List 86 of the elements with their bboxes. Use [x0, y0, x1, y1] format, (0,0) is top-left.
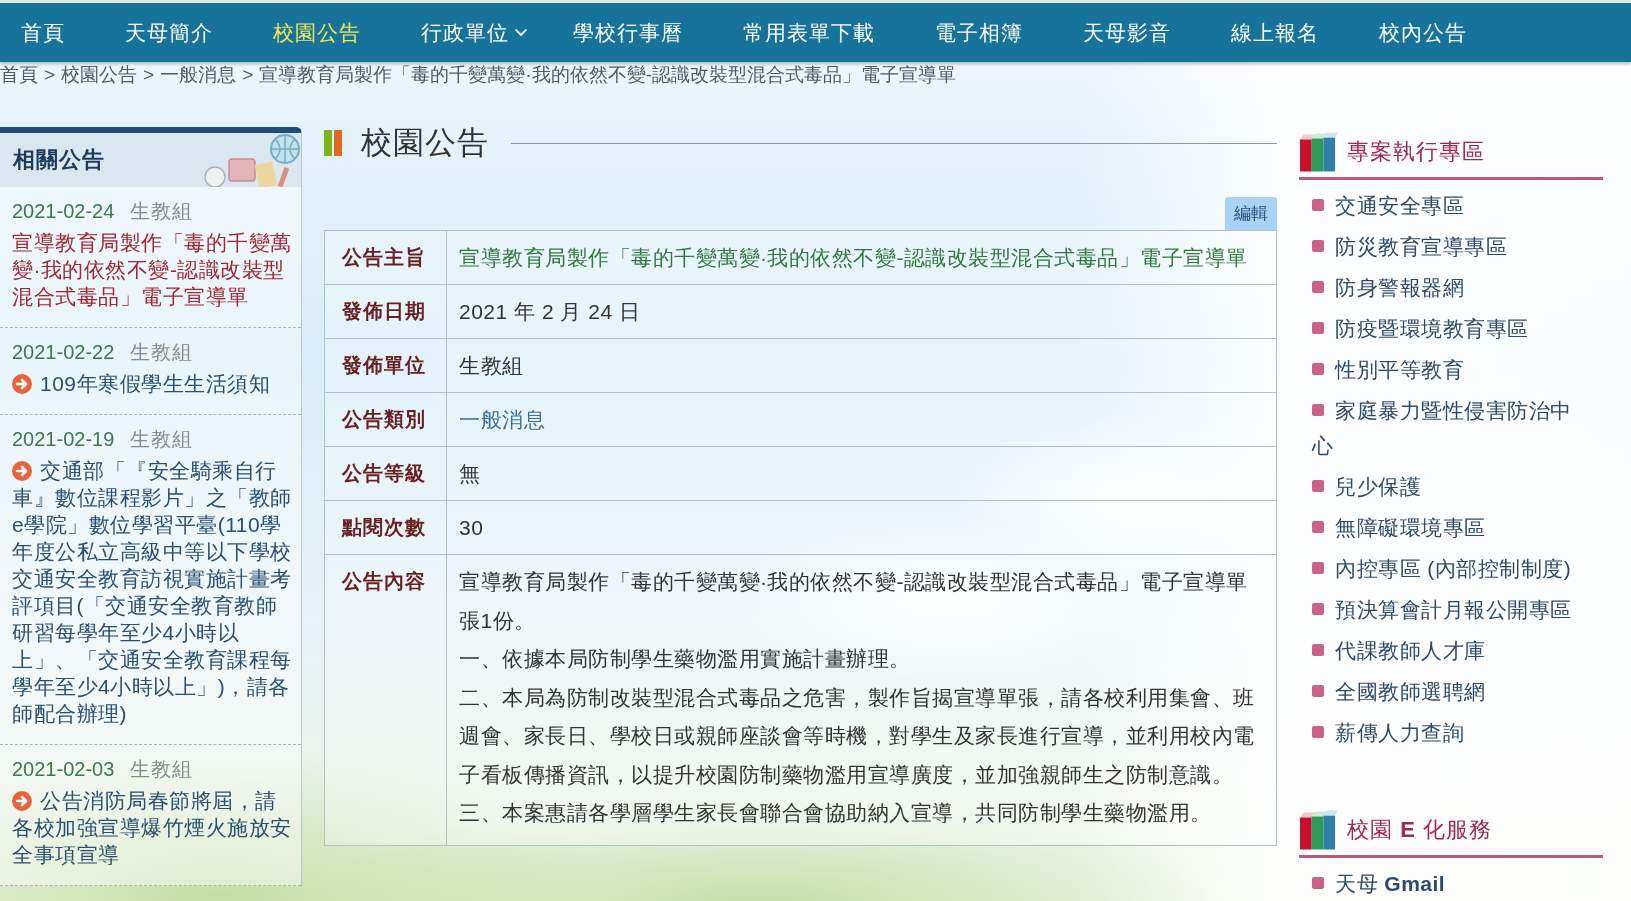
sidebar-link[interactable]: 天母 Gmail: [1312, 866, 1581, 901]
sidebar-link[interactable]: 交通安全專區: [1312, 188, 1581, 223]
row-label: 公告類別: [324, 392, 447, 447]
sidebar-link[interactable]: 防災教育宣導專區: [1312, 229, 1581, 264]
square-bullet-icon: [1312, 521, 1324, 533]
row-value: 30: [446, 500, 1277, 555]
arrow-right-circle-icon: [12, 374, 32, 394]
double-bar-icon: [324, 130, 342, 156]
row-value: 生教組: [446, 338, 1277, 393]
square-bullet-icon: [1312, 603, 1324, 615]
books-icon: [1299, 132, 1338, 172]
sidebar-link[interactable]: 全國教師選聘網: [1312, 674, 1581, 709]
announcement-link[interactable]: 宣導教育局製作「毒的千變萬變·我的依然不變-認識改裝型混合式毒品」電子宣導單: [12, 229, 295, 310]
books-icon: [1299, 810, 1338, 850]
sidebar-link[interactable]: 家庭暴力暨性侵害防治中心: [1312, 393, 1581, 463]
breadcrumb-link[interactable]: 宣導教育局製作「毒的千變萬變·我的依然不變-認識改裝型混合式毒品」電子宣導單: [259, 64, 956, 85]
sidebar-link[interactable]: 內控專區 (內部控制制度): [1312, 551, 1581, 586]
entry-unit: 生教組: [130, 200, 194, 222]
nav-link[interactable]: 天母簡介: [95, 3, 243, 62]
nav-link[interactable]: 首頁: [0, 3, 95, 62]
entry-date: 2021-02-22: [12, 341, 115, 363]
entry-unit: 生教組: [130, 341, 194, 363]
breadcrumb-separator: >: [44, 64, 56, 85]
sidebar-link[interactable]: 兒少保護: [1312, 469, 1581, 504]
section-title: 校園 E 化服務: [1347, 816, 1492, 844]
row-label: 點閱次數: [324, 500, 447, 555]
square-bullet-icon: [1312, 685, 1324, 697]
nav-link[interactable]: 學校行事曆: [543, 3, 713, 62]
square-bullet-icon: [1312, 404, 1324, 416]
square-bullet-icon: [1312, 877, 1324, 889]
content-paragraph: 一、依據本局防制學生藥物濫用實施計畫辦理。: [459, 646, 912, 672]
entry-unit: 生教組: [130, 428, 194, 450]
entry-date: 2021-02-24: [12, 200, 115, 222]
announcement-link[interactable]: 公告消防局春節將屆，請各校加強宣導爆竹煙火施放安全事項宣導: [12, 787, 295, 868]
nav-link[interactable]: 校內公告: [1349, 3, 1497, 62]
nav-link[interactable]: 校園公告: [243, 3, 391, 62]
breadcrumb-link[interactable]: 首頁: [0, 64, 38, 85]
square-bullet-icon: [1312, 363, 1324, 375]
row-value: 無: [446, 446, 1277, 501]
sidebar-link[interactable]: 預決算會計月報公開專區: [1312, 592, 1581, 627]
row-label: 公告內容: [324, 554, 447, 845]
content-paragraph: 三、本案惠請各學層學生家長會聯合會協助納入宣導，共同防制學生藥物濫用。: [459, 800, 1213, 826]
square-bullet-icon: [1312, 644, 1324, 656]
sidebar-title: 相關公告: [13, 146, 105, 174]
square-bullet-icon: [1312, 199, 1324, 211]
chevron-down-icon: [515, 28, 527, 37]
nav-link[interactable]: 天母影音: [1053, 3, 1201, 62]
page-title: 校園公告: [361, 124, 489, 162]
category-link[interactable]: 一般消息: [459, 407, 545, 431]
nav-link[interactable]: 電子相簿: [905, 3, 1053, 62]
entry-date: 2021-02-19: [12, 428, 115, 450]
square-bullet-icon: [1312, 240, 1324, 252]
arrow-right-circle-icon: [12, 461, 32, 481]
edit-button[interactable]: 編輯: [1225, 197, 1277, 230]
row-value: 宣導教育局製作「毒的千變萬變·我的依然不變-認識改裝型混合式毒品」電子宣導單: [446, 230, 1277, 285]
row-label: 公告等級: [324, 446, 447, 501]
entry-unit: 生教組: [130, 758, 194, 780]
sidebar-link[interactable]: 防身警報器網: [1312, 270, 1581, 305]
square-bullet-icon: [1312, 281, 1324, 293]
content-paragraph: 二、本局為防制改裝型混合式毒品之危害，製作旨揭宣導單張，請各校利用集會、班週會、家長日、學校日或親師座談會等時機，對學生及家長進行宣導，並利用校內電子看板傳播資訊，以提升校園防制藥物濫用宣導廣度，並加強親師生之防制意識。: [459, 684, 1256, 788]
sidebar-link[interactable]: 薪傳人力查詢: [1312, 715, 1581, 750]
nav-link[interactable]: 線上報名: [1201, 3, 1349, 62]
square-bullet-icon: [1312, 322, 1324, 334]
row-value: 2021 年 2 月 24 日: [446, 284, 1277, 339]
square-bullet-icon: [1312, 562, 1324, 574]
entry-date: 2021-02-03: [12, 758, 115, 780]
nav-link[interactable]: 常用表單下載: [713, 3, 905, 62]
sidebar-link[interactable]: 防疫暨環境教育專區: [1312, 311, 1581, 346]
announcement-link[interactable]: 109年寒假學生生活須知: [12, 370, 295, 397]
sidebar-link[interactable]: 代課教師人才庫: [1312, 633, 1581, 668]
section-title: 專案執行專區: [1347, 138, 1485, 166]
announcement-link[interactable]: 交通部「『安全騎乘自行車』數位課程影片」之「教師e學院」數位學習平臺(110學年度公私立高級中等以下學校交通安全教育訪視實施計畫考評項目(「交通安全教育教師研習每學年至少4小時以上」、「交通安全教育課程每學年至少4小時以上」)，請各師配合辦理): [12, 457, 295, 727]
nav-link[interactable]: 行政單位: [391, 3, 543, 62]
sidebar-link[interactable]: 無障礙環境專區: [1312, 510, 1581, 545]
breadcrumb-link[interactable]: 校園公告: [61, 64, 138, 85]
square-bullet-icon: [1312, 726, 1324, 738]
breadcrumb-separator: >: [242, 64, 254, 85]
content-paragraph: 宣導教育局製作「毒的千變萬變·我的依然不變-認識改裝型混合式毒品」電子宣導單張1份。: [459, 569, 1249, 634]
sidebar-link[interactable]: 性別平等教育: [1312, 352, 1581, 387]
arrow-right-circle-icon: [12, 791, 32, 811]
row-label: 發佈日期: [324, 284, 447, 339]
row-label: 發佈單位: [324, 338, 447, 393]
row-label: 公告主旨: [324, 230, 447, 285]
breadcrumb-link[interactable]: 一般消息: [160, 64, 237, 85]
square-bullet-icon: [1312, 480, 1324, 492]
breadcrumb-separator: >: [143, 64, 155, 85]
